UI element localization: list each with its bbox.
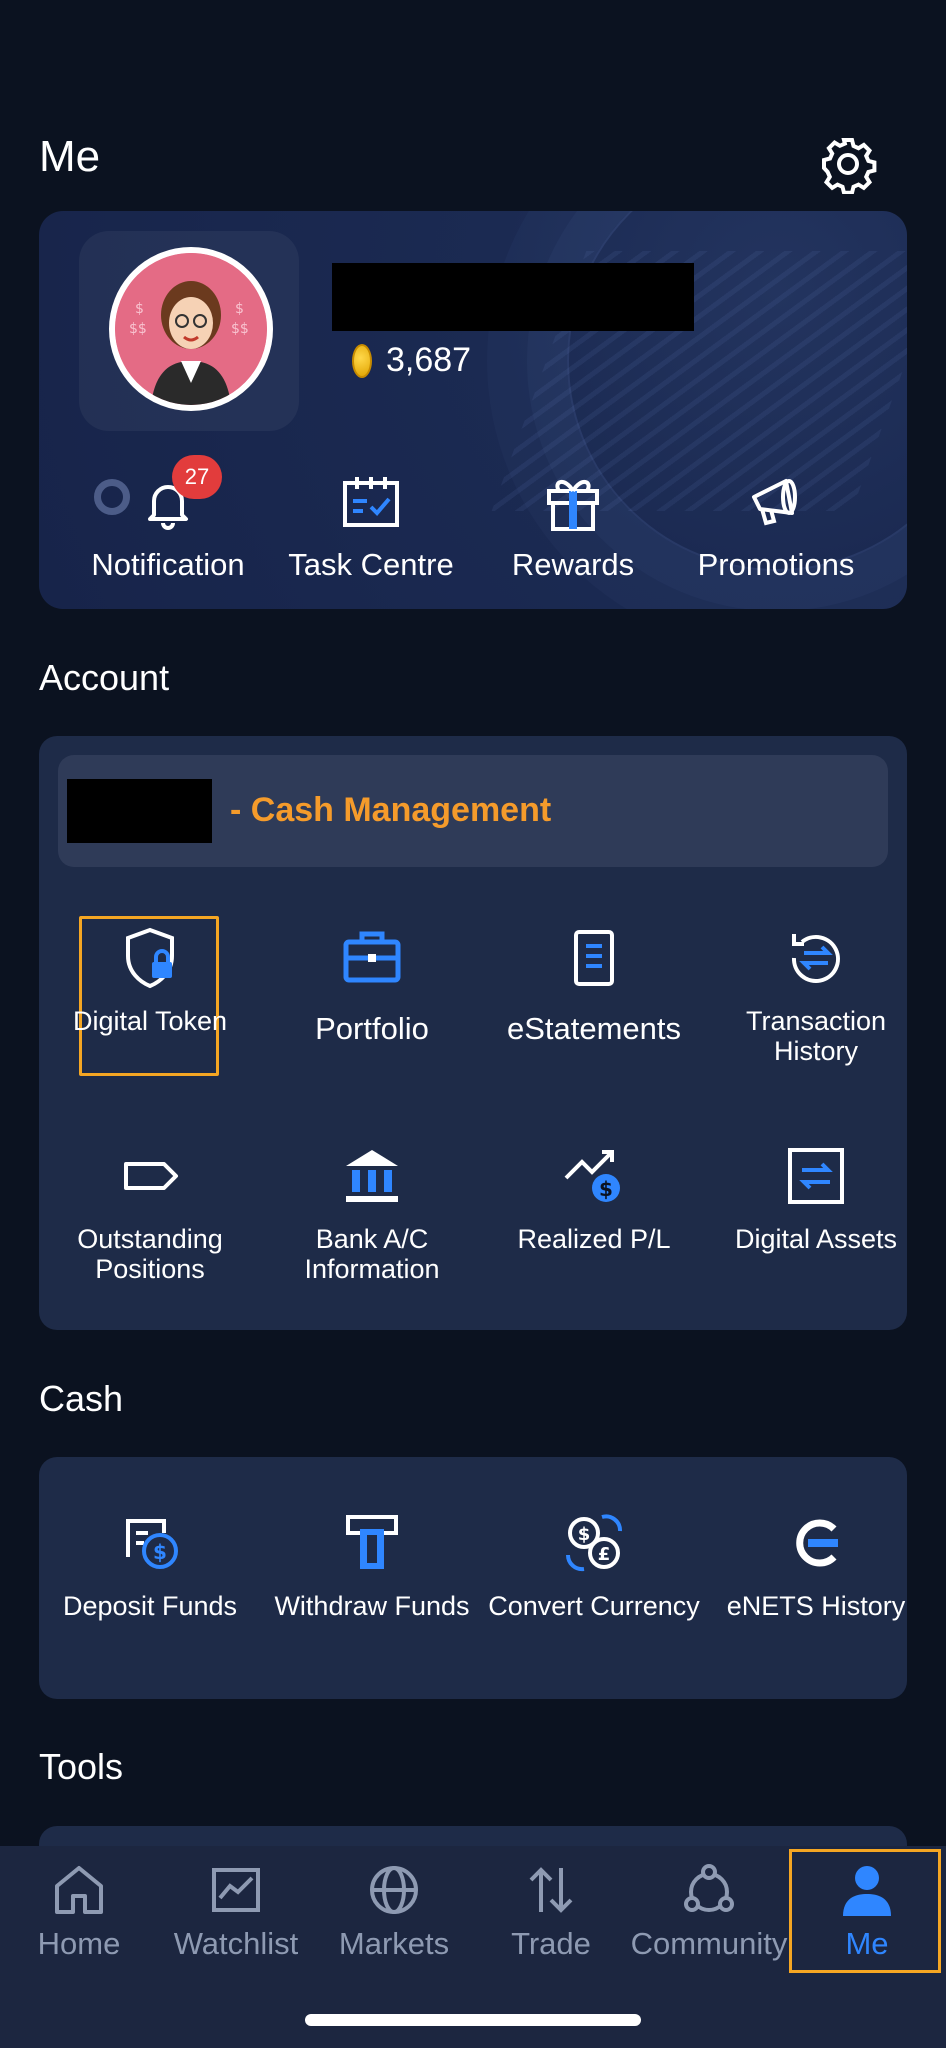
avatar[interactable]: $ $ $$ $$ — [109, 247, 273, 411]
user-name-redacted — [332, 263, 694, 331]
realized-pl-button[interactable]: $ Realized P/L — [483, 1144, 705, 1254]
digital-token-label: Digital Token — [72, 1006, 228, 1036]
svg-text:$$: $$ — [231, 321, 249, 337]
cash-section-title: Cash — [39, 1378, 124, 1419]
gift-icon — [543, 473, 603, 533]
notification-label: Notification — [91, 547, 245, 582]
transaction-history-button[interactable]: Transaction History — [705, 926, 927, 1066]
watchlist-icon — [206, 1860, 266, 1920]
tag-icon — [118, 1144, 182, 1208]
enets-icon — [784, 1511, 848, 1575]
bell-icon: 27 — [138, 455, 222, 533]
tab-me-label: Me — [845, 1926, 889, 1961]
portfolio-button[interactable]: Portfolio — [261, 926, 483, 1046]
estatements-label: eStatements — [506, 1011, 682, 1046]
bank-account-info-button[interactable]: Bank A/C Information — [261, 1144, 483, 1284]
promotions-label: Promotions — [697, 547, 855, 582]
tab-trade-label: Trade — [511, 1926, 591, 1961]
cash-panel: $ Deposit Funds Withdraw Funds $ £ Conve… — [39, 1457, 907, 1699]
transaction-history-label: Transaction History — [745, 1006, 887, 1066]
page-title: Me — [39, 132, 101, 181]
currency-convert-icon: $ £ — [562, 1511, 626, 1575]
community-icon — [679, 1860, 739, 1920]
enets-history-button[interactable]: eNETS History — [705, 1511, 927, 1621]
tab-trade[interactable]: Trade — [472, 1860, 630, 1962]
trade-arrows-icon — [521, 1860, 581, 1920]
digital-token-button[interactable]: Digital Token — [39, 926, 261, 1036]
convert-currency-button[interactable]: $ £ Convert Currency — [483, 1511, 705, 1621]
bank-account-info-label: Bank A/C Information — [304, 1224, 440, 1284]
task-centre-button[interactable]: Task Centre — [271, 473, 471, 583]
megaphone-icon — [746, 473, 806, 533]
account-panel: - Cash Management Digital Token Portfoli… — [39, 736, 907, 1330]
tab-markets-label: Markets — [338, 1926, 450, 1961]
tab-community-label: Community — [630, 1926, 788, 1961]
svg-text:$$: $$ — [129, 321, 147, 337]
svg-text:$: $ — [153, 1540, 167, 1564]
notification-button[interactable]: 27 Notification — [68, 455, 268, 583]
points-row[interactable]: 3,687 — [352, 341, 471, 380]
shield-lock-icon — [118, 926, 182, 990]
trend-dollar-icon: $ — [562, 1144, 626, 1208]
task-centre-label: Task Centre — [288, 547, 454, 582]
withdraw-funds-button[interactable]: Withdraw Funds — [261, 1511, 483, 1621]
gear-icon[interactable] — [818, 134, 878, 195]
svg-text:$: $ — [578, 1524, 591, 1545]
tab-home-label: Home — [37, 1926, 121, 1961]
tab-me[interactable]: Me — [788, 1860, 946, 1962]
outstanding-positions-label: Outstanding Positions — [77, 1224, 223, 1284]
portfolio-label: Portfolio — [315, 1011, 429, 1046]
deposit-icon: $ — [118, 1511, 182, 1575]
tab-watchlist[interactable]: Watchlist — [157, 1860, 315, 1962]
tab-watchlist-label: Watchlist — [173, 1926, 299, 1961]
briefcase-icon — [340, 926, 404, 990]
coin-icon — [352, 343, 372, 378]
tools-section-title: Tools — [39, 1746, 124, 1787]
account-number-redacted — [67, 779, 212, 843]
withdraw-icon — [340, 1511, 404, 1575]
digital-assets-button[interactable]: Digital Assets — [705, 1144, 927, 1254]
profile-card: $ $ $$ $$ 3,687 27 Notification Task Cen… — [39, 211, 907, 609]
tab-markets[interactable]: Markets — [315, 1860, 473, 1962]
globe-icon — [364, 1860, 424, 1920]
cash-management-label: - Cash Management — [230, 791, 552, 829]
cash-management-header[interactable]: - Cash Management — [58, 755, 888, 867]
calendar-check-icon — [341, 473, 401, 533]
deposit-funds-button[interactable]: $ Deposit Funds — [39, 1511, 261, 1621]
document-icon — [562, 926, 626, 990]
account-section-title: Account — [39, 657, 170, 698]
history-icon — [784, 926, 848, 990]
realized-pl-label: Realized P/L — [517, 1224, 671, 1254]
notification-badge: 27 — [172, 455, 222, 499]
rewards-button[interactable]: Rewards — [473, 473, 673, 583]
deposit-funds-label: Deposit Funds — [62, 1591, 238, 1621]
svg-text:$: $ — [235, 301, 244, 317]
promotions-button[interactable]: Promotions — [676, 473, 876, 583]
bank-icon — [340, 1144, 404, 1208]
home-icon — [49, 1860, 109, 1920]
tab-home[interactable]: Home — [0, 1860, 158, 1962]
estatements-button[interactable]: eStatements — [483, 926, 705, 1046]
home-indicator[interactable] — [305, 2014, 641, 2026]
enets-history-label: eNETS History — [726, 1591, 906, 1621]
svg-text:$: $ — [135, 301, 144, 317]
withdraw-funds-label: Withdraw Funds — [274, 1591, 470, 1621]
points-value: 3,687 — [386, 341, 472, 379]
digital-assets-icon — [784, 1144, 848, 1208]
rewards-label: Rewards — [511, 547, 635, 582]
svg-text:£: £ — [598, 1544, 611, 1565]
outstanding-positions-button[interactable]: Outstanding Positions — [39, 1144, 261, 1284]
tab-community[interactable]: Community — [630, 1860, 788, 1962]
digital-assets-label: Digital Assets — [734, 1224, 898, 1254]
svg-text:$: $ — [599, 1177, 613, 1201]
convert-currency-label: Convert Currency — [488, 1591, 700, 1621]
person-icon — [837, 1860, 897, 1920]
